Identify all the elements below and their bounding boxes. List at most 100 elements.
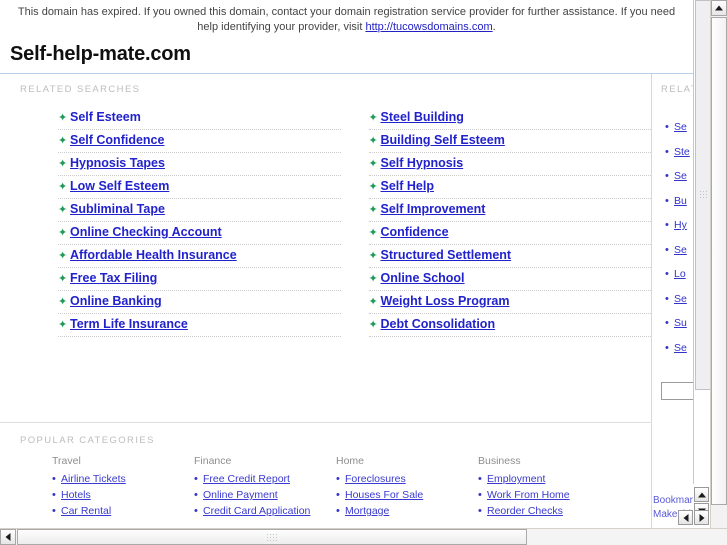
sidebar-related-link[interactable]: Se <box>674 121 687 133</box>
related-search-link[interactable]: Affordable Health Insurance <box>70 248 237 262</box>
related-search-row: ✦ Confidence <box>368 222 651 245</box>
inner-horizontal-scrollbar[interactable] <box>678 510 710 527</box>
category-item: • Hotels <box>52 487 194 503</box>
arrow-bullet-icon: ✦ <box>58 204 68 216</box>
dot-bullet-icon: • <box>665 341 669 354</box>
inner-vscroll-track[interactable] <box>693 0 710 484</box>
arrow-bullet-icon: ✦ <box>368 112 378 124</box>
category-link[interactable]: Houses For Sale <box>345 489 423 501</box>
category-column: Travel • Airline Tickets • Hotels • Car Rental <box>52 455 194 519</box>
category-item: • Foreclosures <box>336 471 478 487</box>
related-search-link[interactable]: Self Improvement <box>381 202 486 216</box>
horizontal-scroll-thumb[interactable] <box>17 529 527 545</box>
sidebar-related-row: • Se <box>653 240 693 265</box>
related-search-link[interactable]: Self Esteem <box>70 110 141 124</box>
sidebar-related-link[interactable]: Hy <box>674 219 687 231</box>
category-link[interactable]: Airline Tickets <box>61 473 126 485</box>
related-search-link[interactable]: Online Checking Account <box>70 225 222 239</box>
category-link[interactable]: Hotels <box>61 489 91 501</box>
sidebar-related-row: • Ste <box>653 142 693 167</box>
bookmark-link[interactable]: Bookmark <box>653 494 693 508</box>
related-search-link[interactable]: Steel Building <box>381 110 464 124</box>
arrow-bullet-icon: ✦ <box>368 250 378 262</box>
category-link[interactable]: Mortgage <box>345 505 389 517</box>
related-search-link[interactable]: Weight Loss Program <box>381 294 510 308</box>
related-search-link[interactable]: Hypnosis Tapes <box>70 156 165 170</box>
related-search-link[interactable]: Building Self Esteem <box>381 133 505 147</box>
vertical-scroll-thumb[interactable] <box>711 17 727 505</box>
popular-categories-label: POPULAR CATEGORIES <box>20 435 155 446</box>
dot-bullet-icon: • <box>665 219 669 231</box>
tucows-domains-link[interactable]: http://tucowsdomains.com <box>365 21 492 33</box>
related-search-link[interactable]: Structured Settlement <box>381 248 512 262</box>
category-link[interactable]: Reorder Checks <box>487 505 563 517</box>
arrow-bullet-icon: ✦ <box>368 135 378 147</box>
sidebar-related-link[interactable]: Se <box>674 342 687 354</box>
arrow-bullet-icon: ✦ <box>368 273 378 285</box>
inner-scroll-up-button[interactable] <box>694 487 709 502</box>
sidebar-search-input[interactable] <box>661 382 693 400</box>
related-search-row: ✦ Debt Consolidation <box>368 314 651 337</box>
arrow-bullet-icon: ✦ <box>368 158 378 170</box>
related-search-row: ✦ Weight Loss Program <box>368 291 651 314</box>
scroll-up-button[interactable] <box>711 0 727 16</box>
category-heading: Business <box>478 455 521 467</box>
related-searches-column-left: ✦ Self Esteem ✦ Self Confidence ✦ Hypnosis Ta… <box>58 107 341 337</box>
browser-vertical-scrollbar[interactable] <box>710 0 727 528</box>
dot-bullet-icon: • <box>665 292 669 305</box>
related-search-link[interactable]: Debt Consolidation <box>381 317 496 331</box>
related-search-link[interactable]: Self Help <box>381 179 435 193</box>
category-link[interactable]: Car Rental <box>61 505 111 517</box>
triangle-left-icon <box>683 513 688 522</box>
related-search-link[interactable]: Subliminal Tape <box>70 202 165 216</box>
related-search-link[interactable]: Online School <box>381 271 465 285</box>
category-column: Business • Employment • Work From Home • Reord… <box>478 455 620 519</box>
category-heading: Travel <box>52 455 81 467</box>
browser-horizontal-scrollbar[interactable] <box>0 528 727 545</box>
sidebar-related-link[interactable]: Su <box>674 317 687 329</box>
category-heading: Finance <box>194 455 232 467</box>
arrow-bullet-icon: ✦ <box>368 227 378 239</box>
inner-vertical-scrollbar[interactable] <box>693 0 710 528</box>
category-heading: Home <box>336 455 365 467</box>
category-link[interactable]: Online Payment <box>203 489 278 501</box>
sidebar-related-link[interactable]: Se <box>674 244 687 256</box>
domain-expiry-notice: This domain has expired. If you owned th… <box>2 0 692 37</box>
related-search-link[interactable]: Self Confidence <box>70 133 164 147</box>
category-link[interactable]: Credit Card Application <box>203 505 310 517</box>
related-search-link[interactable]: Free Tax Filing <box>70 271 157 285</box>
arrow-bullet-icon: ✦ <box>58 227 68 239</box>
sidebar-related-list: • Se • Ste • Se • Bu • Hy • Se • Lo • Se • Su • Se <box>653 95 693 362</box>
category-item: • Credit Card Application <box>194 503 336 519</box>
arrow-bullet-icon: ✦ <box>368 204 378 216</box>
related-search-link[interactable]: Online Banking <box>70 294 162 308</box>
dot-bullet-icon: • <box>336 505 340 517</box>
sidebar-related-link[interactable]: Se <box>674 293 687 305</box>
scroll-left-button[interactable] <box>0 529 16 545</box>
category-item: • Free Credit Report <box>194 471 336 487</box>
related-search-link[interactable]: Low Self Esteem <box>70 179 169 193</box>
category-link[interactable]: Employment <box>487 473 545 485</box>
related-search-link[interactable]: Confidence <box>381 225 449 239</box>
inner-scroll-right-button[interactable] <box>694 510 709 525</box>
category-link[interactable]: Work From Home <box>487 489 570 501</box>
inner-scroll-left-button[interactable] <box>678 510 693 525</box>
related-search-row: ✦ Affordable Health Insurance <box>58 245 341 268</box>
sidebar-related-link[interactable]: Bu <box>674 195 687 207</box>
scroll-grip-icon <box>699 190 707 200</box>
category-link[interactable]: Foreclosures <box>345 473 406 485</box>
category-link[interactable]: Free Credit Report <box>203 473 290 485</box>
sidebar-related-link[interactable]: Ste <box>674 146 690 158</box>
related-search-link[interactable]: Self Hypnosis <box>381 156 464 170</box>
dot-bullet-icon: • <box>478 505 482 517</box>
related-search-row: ✦ Structured Settlement <box>368 245 651 268</box>
sidebar-related-link[interactable]: Lo <box>674 268 686 280</box>
sidebar-related-row: • Bu <box>653 191 693 216</box>
dot-bullet-icon: • <box>194 489 198 501</box>
inner-vscroll-thumb[interactable] <box>695 0 710 390</box>
related-search-link[interactable]: Term Life Insurance <box>70 317 188 331</box>
sidebar-related-link[interactable]: Se <box>674 170 687 182</box>
popular-categories-grid: Travel • Airline Tickets • Hotels • Car Rental… <box>0 446 652 519</box>
brand-bar: Self-help-mate.com <box>0 37 693 74</box>
sidebar-related-label: RELATED <box>661 84 693 95</box>
